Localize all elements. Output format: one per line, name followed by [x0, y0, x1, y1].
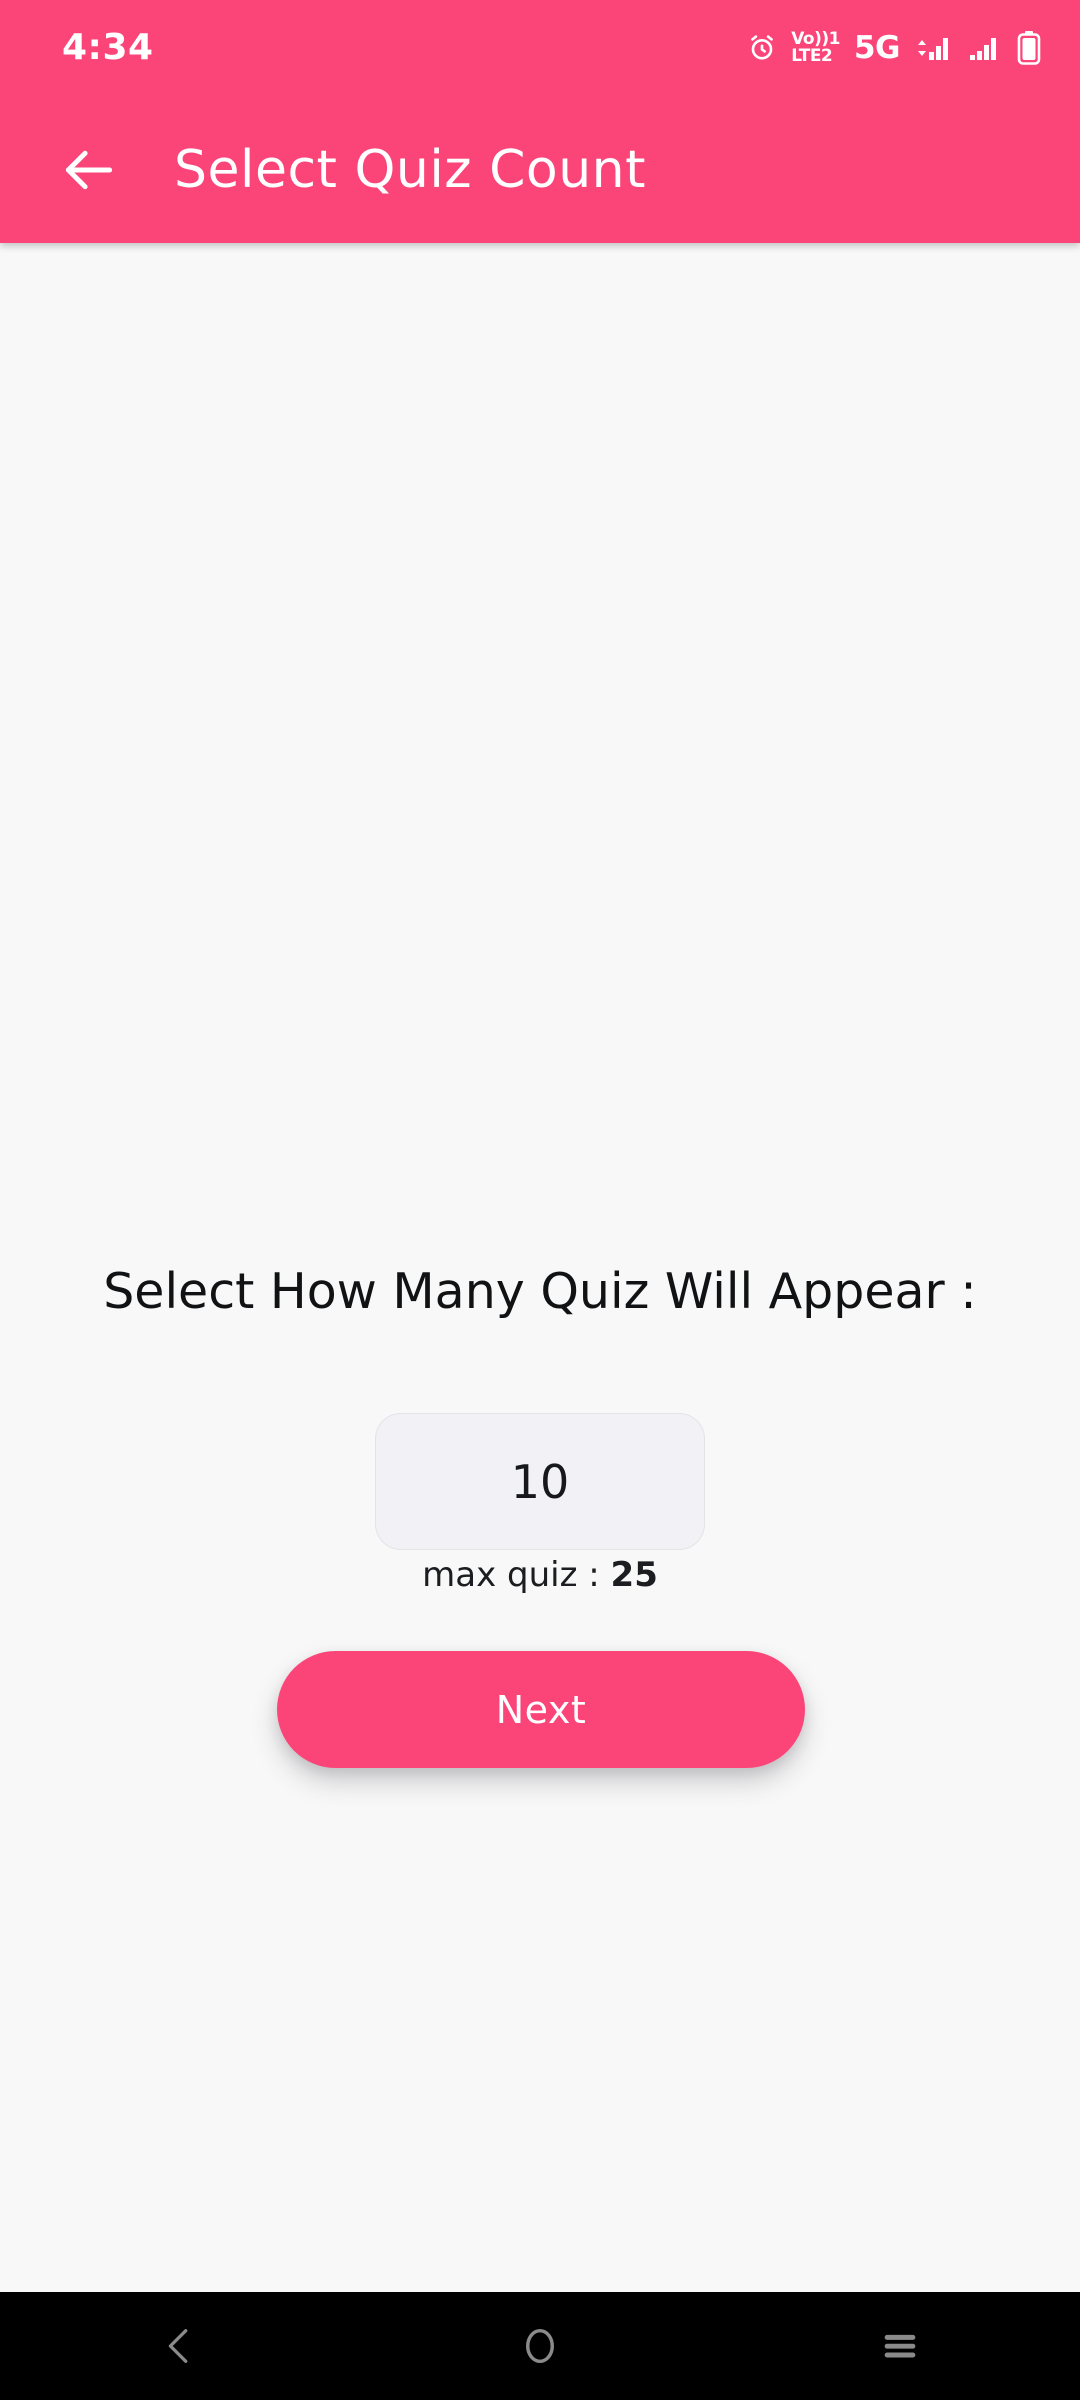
max-quiz-value: 25 — [610, 1555, 658, 1595]
max-quiz-label: max quiz : — [422, 1555, 611, 1595]
page-title: Select Quiz Count — [174, 139, 647, 200]
status-bar: 4:34 Vo))1 LTE2 5G — [0, 0, 1080, 96]
next-button[interactable]: Next — [277, 1651, 805, 1768]
volte-icon: Vo))1 LTE2 — [791, 31, 840, 65]
phone-screen: 4:34 Vo))1 LTE2 5G Select Quiz Count Sel… — [0, 0, 1080, 2400]
nav-back-icon[interactable] — [110, 2292, 250, 2400]
quiz-count-input[interactable]: 10 — [375, 1413, 705, 1550]
system-navigation-bar — [0, 2292, 1080, 2400]
back-arrow-icon[interactable] — [48, 129, 130, 211]
alarm-icon — [747, 33, 777, 63]
status-bar-clock: 4:34 — [62, 27, 154, 68]
nav-recents-icon[interactable] — [830, 2292, 970, 2400]
status-bar-icons: Vo))1 LTE2 5G — [747, 31, 1042, 65]
network-type-icon: 5G — [853, 29, 901, 66]
quiz-count-value: 10 — [510, 1454, 570, 1509]
signal-bars-sim2-icon — [968, 32, 1002, 64]
volte-bottom-label: LTE2 — [791, 46, 833, 66]
main-content: Select How Many Quiz Will Appear : 10 ma… — [0, 243, 1080, 2292]
app-bar: Select Quiz Count — [0, 96, 1080, 243]
signal-bars-sim1-icon — [914, 32, 954, 64]
battery-icon — [1016, 31, 1042, 65]
quiz-count-prompt: Select How Many Quiz Will Appear : — [103, 1263, 977, 1320]
nav-home-icon[interactable] — [470, 2292, 610, 2400]
max-quiz-hint: max quiz : 25 — [0, 1558, 1080, 1592]
